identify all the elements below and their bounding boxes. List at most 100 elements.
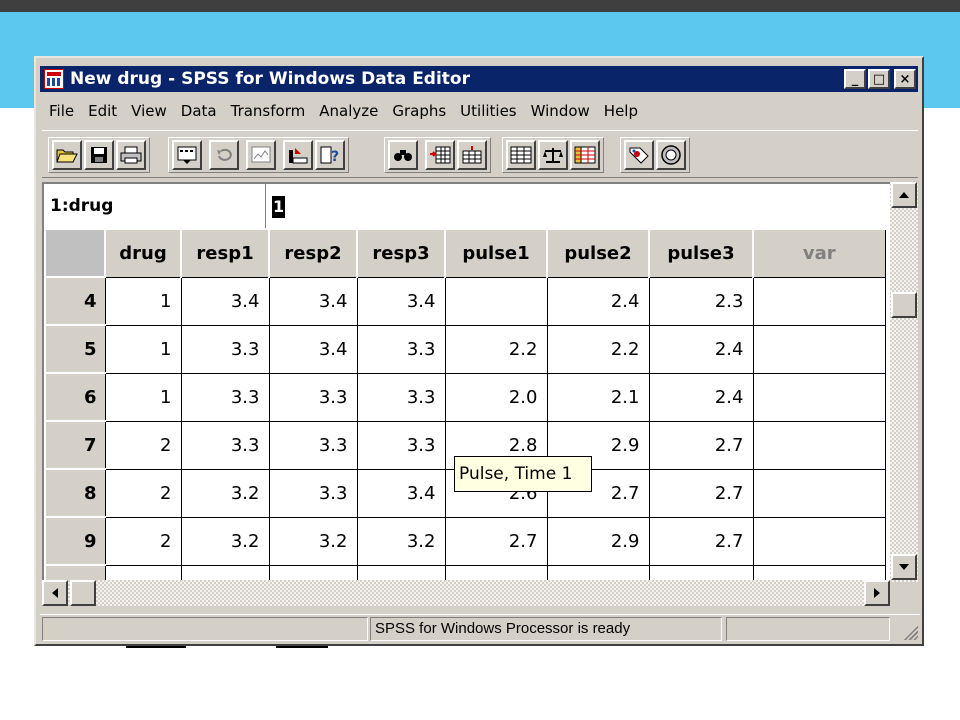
column-header-drug[interactable]: drug <box>104 228 182 278</box>
table-cell[interactable]: 2.7 <box>648 468 754 518</box>
use-sets-icon[interactable] <box>656 140 686 170</box>
table-cell[interactable]: 3.4 <box>356 468 446 518</box>
close-button[interactable]: × <box>894 69 916 89</box>
table-cell[interactable] <box>546 564 650 580</box>
select-cases-icon[interactable] <box>570 140 600 170</box>
row-header[interactable]: 7 <box>44 420 106 470</box>
table-cell[interactable] <box>268 564 358 580</box>
table-cell[interactable]: 2.0 <box>444 372 548 422</box>
grid-corner[interactable] <box>44 228 106 278</box>
table-cell[interactable]: 2 <box>104 420 182 470</box>
insert-variable-icon[interactable] <box>457 140 487 170</box>
table-cell[interactable]: 2.2 <box>444 324 548 374</box>
table-cell[interactable] <box>444 564 548 580</box>
menu-edit[interactable]: Edit <box>81 102 124 120</box>
table-cell[interactable]: 3.2 <box>180 468 270 518</box>
table-cell[interactable] <box>104 564 182 580</box>
menu-file[interactable]: File <box>42 102 81 120</box>
table-cell[interactable]: 3.3 <box>356 372 446 422</box>
row-header[interactable]: 4 <box>44 276 106 326</box>
table-cell[interactable] <box>752 564 886 580</box>
resize-grip-icon[interactable] <box>902 624 918 640</box>
insert-case-icon[interactable] <box>425 140 455 170</box>
column-header-resp3[interactable]: resp3 <box>356 228 446 278</box>
minimize-button[interactable]: _ <box>844 69 866 89</box>
row-header[interactable]: 9 <box>44 516 106 566</box>
table-cell[interactable]: 2.4 <box>648 324 754 374</box>
table-cell[interactable]: 2.3 <box>648 276 754 326</box>
table-cell[interactable]: 3.3 <box>180 420 270 470</box>
menu-analyze[interactable]: Analyze <box>312 102 385 120</box>
table-cell[interactable]: 1 <box>104 324 182 374</box>
cell-value-input[interactable]: 1 <box>272 196 286 218</box>
menu-window[interactable]: Window <box>524 102 597 120</box>
table-cell[interactable] <box>752 420 886 470</box>
table-cell[interactable] <box>180 564 270 580</box>
column-header-resp1[interactable]: resp1 <box>180 228 270 278</box>
dialog-recall-icon[interactable] <box>172 140 202 170</box>
row-header[interactable]: 5 <box>44 324 106 374</box>
table-cell[interactable] <box>356 564 446 580</box>
table-cell[interactable]: 3.4 <box>268 324 358 374</box>
table-cell[interactable]: 3.2 <box>356 516 446 566</box>
menu-graphs[interactable]: Graphs <box>385 102 453 120</box>
goto-case-icon[interactable] <box>283 140 313 170</box>
table-cell[interactable]: 2 <box>104 516 182 566</box>
value-labels-icon[interactable] <box>624 140 654 170</box>
table-cell[interactable] <box>444 276 548 326</box>
table-cell[interactable]: 2.9 <box>546 516 650 566</box>
table-cell[interactable]: 1 <box>104 276 182 326</box>
table-cell[interactable] <box>752 324 886 374</box>
horizontal-scroll-thumb[interactable] <box>70 580 96 606</box>
save-icon[interactable] <box>84 140 114 170</box>
vertical-scroll-thumb[interactable] <box>891 292 917 318</box>
table-cell[interactable]: 2.7 <box>648 516 754 566</box>
column-header-pulse3[interactable]: pulse3 <box>648 228 754 278</box>
scroll-left-button[interactable] <box>42 580 68 606</box>
table-cell[interactable]: 2.4 <box>546 276 650 326</box>
table-cell[interactable]: 2.4 <box>648 372 754 422</box>
scroll-right-button[interactable] <box>864 580 890 606</box>
menu-data[interactable]: Data <box>174 102 224 120</box>
table-cell[interactable]: 3.2 <box>268 516 358 566</box>
column-header-resp2[interactable]: resp2 <box>268 228 358 278</box>
find-icon[interactable] <box>388 140 418 170</box>
table-cell[interactable] <box>752 276 886 326</box>
menu-help[interactable]: Help <box>597 102 645 120</box>
open-file-icon[interactable] <box>52 140 82 170</box>
spss-app-icon[interactable] <box>44 69 64 89</box>
title-bar[interactable]: New drug - SPSS for Windows Data Editor … <box>40 66 918 92</box>
row-header[interactable] <box>44 564 106 580</box>
table-cell[interactable]: 3.3 <box>268 420 358 470</box>
table-cell[interactable]: 2 <box>104 468 182 518</box>
table-cell[interactable] <box>648 564 754 580</box>
scroll-down-button[interactable] <box>891 554 917 580</box>
table-cell[interactable]: 2.7 <box>444 516 548 566</box>
weight-cases-icon[interactable] <box>538 140 568 170</box>
table-cell[interactable]: 3.3 <box>356 420 446 470</box>
menu-utilities[interactable]: Utilities <box>453 102 523 120</box>
table-cell[interactable]: 3.2 <box>180 516 270 566</box>
horizontal-scrollbar[interactable] <box>42 580 890 606</box>
scroll-up-button[interactable] <box>891 182 917 208</box>
vertical-scrollbar[interactable] <box>890 182 918 582</box>
undo-icon[interactable] <box>209 140 239 170</box>
menu-view[interactable]: View <box>124 102 174 120</box>
print-icon[interactable] <box>116 140 146 170</box>
variables-icon[interactable]: ? <box>315 140 345 170</box>
table-cell[interactable]: 3.4 <box>268 276 358 326</box>
table-cell[interactable]: 3.3 <box>180 324 270 374</box>
table-cell[interactable]: 3.4 <box>356 276 446 326</box>
column-header-pulse2[interactable]: pulse2 <box>546 228 650 278</box>
row-header[interactable]: 6 <box>44 372 106 422</box>
maximize-button[interactable]: □ <box>868 69 890 89</box>
table-cell[interactable]: 3.3 <box>180 372 270 422</box>
row-header[interactable]: 8 <box>44 468 106 518</box>
table-cell[interactable]: 3.3 <box>356 324 446 374</box>
table-cell[interactable]: 3.3 <box>268 372 358 422</box>
table-cell[interactable]: 2.7 <box>648 420 754 470</box>
split-file-icon[interactable] <box>506 140 536 170</box>
goto-chart-icon[interactable] <box>246 140 276 170</box>
column-header-pulse1[interactable]: pulse1 <box>444 228 548 278</box>
table-cell[interactable]: 2.2 <box>546 324 650 374</box>
